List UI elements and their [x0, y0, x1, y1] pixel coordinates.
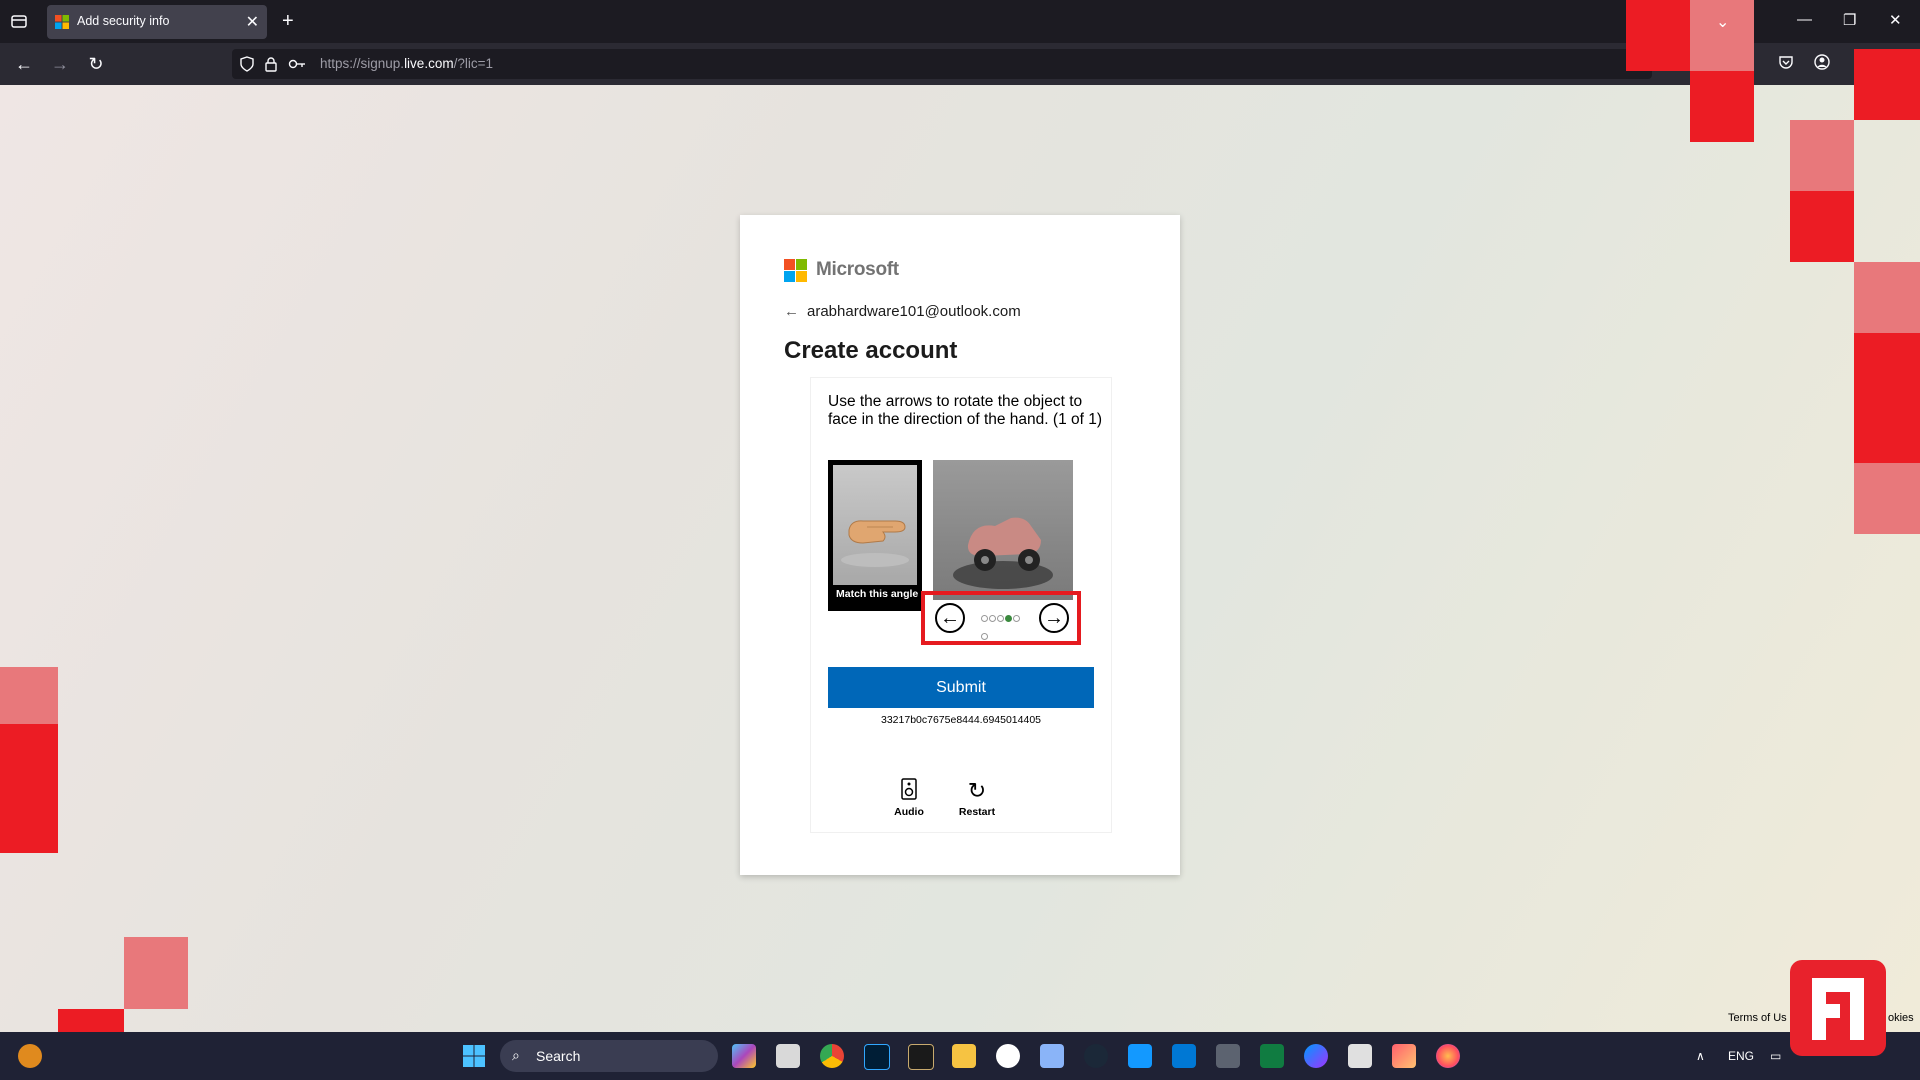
audio-label: Audio	[894, 806, 924, 818]
tab-list-icon[interactable]	[10, 12, 30, 32]
window-close-icon[interactable]: ✕	[1889, 11, 1902, 29]
captcha-panel: Use the arrows to rotate the object to f…	[810, 377, 1112, 833]
shield-icon[interactable]	[240, 56, 256, 72]
key-icon[interactable]	[288, 56, 305, 72]
steam-icon[interactable]	[1084, 1044, 1108, 1068]
calculator-icon[interactable]	[1216, 1044, 1240, 1068]
back-arrow-icon[interactable]: ←	[784, 303, 799, 320]
decorative-square	[1790, 191, 1854, 262]
account-icon[interactable]	[1814, 54, 1834, 74]
decorative-square	[1626, 0, 1690, 71]
microsoft-logo-icon	[784, 259, 807, 287]
decorative-square	[1690, 71, 1754, 142]
progress-dot	[997, 615, 1004, 622]
audio-button[interactable]: Audio	[884, 778, 934, 818]
rotate-left-button[interactable]: ←	[935, 603, 965, 633]
weather-icon[interactable]	[18, 1044, 42, 1068]
decorative-square	[1790, 120, 1854, 191]
rotation-progress-dots	[981, 609, 1031, 645]
rotate-right-button[interactable]: →	[1039, 603, 1069, 633]
captcha-instruction: Use the arrows to rotate the object to f…	[828, 393, 1103, 428]
progress-dot	[981, 615, 988, 622]
tray-chevron-icon[interactable]: ∧	[1696, 1049, 1705, 1063]
decorative-square	[1854, 262, 1920, 333]
taskbar-search[interactable]: ⌕ Search	[500, 1040, 718, 1072]
hand-image	[833, 465, 917, 585]
identity-banner[interactable]: ← arabhardware101@outlook.com	[784, 303, 1021, 320]
copilot-icon[interactable]	[732, 1044, 756, 1068]
pocket-icon[interactable]	[1778, 54, 1798, 74]
identity-email: arabhardware101@outlook.com	[807, 303, 1021, 320]
decorative-square	[1854, 333, 1920, 463]
url-bar[interactable]: https://signup.live.com/?lic=1	[232, 49, 1652, 79]
forward-icon[interactable]: →	[48, 52, 72, 76]
progress-dot	[989, 615, 996, 622]
rotating-object-image	[933, 460, 1073, 600]
minimize-icon[interactable]: —	[1797, 11, 1812, 28]
new-tab-icon[interactable]: +	[282, 10, 294, 33]
task-view-icon[interactable]	[776, 1044, 800, 1068]
decorative-square	[1854, 49, 1920, 120]
reference-image: Match this angle	[828, 460, 922, 611]
restart-icon: ↻	[967, 778, 987, 803]
back-icon[interactable]: ←	[12, 52, 36, 76]
url-text: https://signup.live.com/?lic=1	[320, 56, 493, 71]
reload-icon[interactable]: ↻	[84, 52, 108, 76]
language-indicator[interactable]: ENG	[1728, 1049, 1754, 1063]
brand-name: Microsoft	[816, 259, 899, 280]
search-icon: ⌕	[512, 1047, 520, 1063]
slack-icon[interactable]	[996, 1044, 1020, 1068]
prime-video-icon[interactable]	[1128, 1044, 1152, 1068]
microsoft-favicon-icon	[55, 15, 69, 29]
restart-label: Restart	[958, 806, 996, 818]
reference-label: Match this angle	[836, 588, 919, 600]
brand-badge-logo	[1790, 960, 1886, 1056]
tab-title: Add security info	[77, 14, 170, 28]
roblox-icon[interactable]	[1348, 1044, 1372, 1068]
search-placeholder: Search	[536, 1048, 581, 1064]
start-icon[interactable]	[462, 1044, 486, 1068]
tab-close-icon[interactable]: ✕	[246, 12, 259, 32]
messenger-icon[interactable]	[1304, 1044, 1328, 1068]
progress-dot	[981, 633, 988, 640]
progress-dot	[1013, 615, 1020, 622]
decorative-square	[1854, 463, 1920, 534]
photoshop-icon[interactable]	[864, 1044, 890, 1070]
cookies-link[interactable]: okies	[1888, 1012, 1914, 1024]
chrome-icon[interactable]	[820, 1044, 844, 1068]
tab-add-security-info[interactable]: Add security info ✕	[47, 5, 267, 39]
restore-icon[interactable]: ❐	[1843, 11, 1856, 29]
excel-icon[interactable]	[1260, 1044, 1284, 1068]
captcha-session-id: 33217b0c7675e8444.6945014405	[881, 714, 1041, 726]
taskbar: ⌕ Search ∧ ENG ▭	[0, 1032, 1920, 1080]
decorative-square	[124, 937, 188, 1009]
file-explorer-icon[interactable]	[952, 1044, 976, 1068]
speaker-icon	[884, 778, 934, 806]
rotation-controls-highlight: ← →	[921, 591, 1081, 645]
decorative-square	[1690, 0, 1754, 71]
decorative-square	[0, 724, 58, 853]
tab-overflow-chevron-icon[interactable]: ⌄	[1716, 12, 1729, 32]
league-icon[interactable]	[908, 1044, 934, 1070]
signup-card: Microsoft ← arabhardware101@outlook.com C…	[740, 215, 1180, 875]
submit-button[interactable]: Submit	[828, 667, 1094, 708]
lock-icon[interactable]	[264, 56, 280, 72]
firefox-icon[interactable]	[1436, 1044, 1460, 1068]
restart-button[interactable]: ↻ Restart	[952, 778, 1002, 818]
monitor-icon[interactable]	[1040, 1044, 1064, 1068]
progress-dot-active	[1005, 615, 1012, 622]
page-title: Create account	[784, 337, 958, 364]
terms-link[interactable]: Terms of Us	[1728, 1012, 1787, 1024]
store-icon[interactable]	[1172, 1044, 1196, 1068]
creative-cloud-icon[interactable]	[1392, 1044, 1416, 1068]
decorative-square	[0, 667, 58, 724]
display-icon[interactable]: ▭	[1770, 1049, 1781, 1063]
